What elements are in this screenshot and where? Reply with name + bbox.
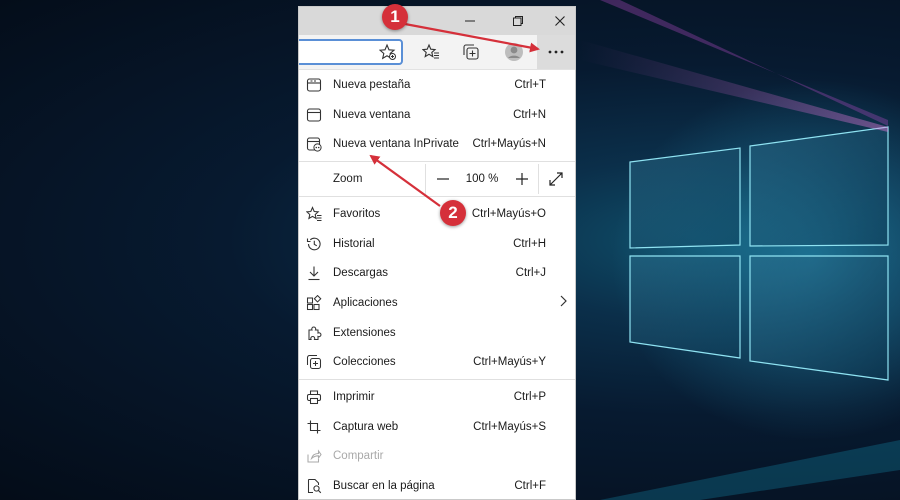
extensions-icon — [306, 325, 322, 341]
menu-item-print[interactable]: Imprimir Ctrl+P — [299, 382, 575, 412]
menu-item-label: Buscar en la página — [333, 480, 435, 493]
apps-icon — [306, 294, 322, 311]
menu-item-label: Nueva ventana InPrivate — [333, 138, 459, 151]
menu-item-shortcut: Ctrl+P — [513, 391, 546, 404]
minimize-icon[interactable] — [449, 7, 491, 35]
favorite-star-icon[interactable] — [378, 43, 397, 66]
menu-item-find-in-page[interactable]: Buscar en la página Ctrl+F — [299, 471, 575, 499]
inprivate-icon — [306, 136, 322, 152]
new-window-icon — [306, 107, 322, 123]
zoom-controls: 100 % — [425, 164, 573, 195]
download-icon — [306, 265, 322, 281]
menu-item-label: Historial — [333, 237, 375, 250]
menu-item-collections[interactable]: Colecciones Ctrl+Mayús+Y — [299, 348, 575, 378]
menu-item-shortcut: Ctrl+H — [513, 237, 546, 250]
browser-toolbar — [299, 35, 575, 70]
menu-item-apps[interactable]: Aplicaciones — [299, 288, 575, 318]
edge-browser-window: Nueva pestaña Ctrl+T Nueva ventana Ctrl+… — [298, 6, 576, 500]
menu-item-shortcut: Ctrl+Mayús+O — [471, 207, 546, 220]
menu-item-label: Captura web — [333, 420, 399, 433]
menu-item-extensions[interactable]: Extensiones — [299, 318, 575, 348]
menu-item-shortcut: Ctrl+J — [515, 267, 546, 280]
menu-item-new-tab[interactable]: Nueva pestaña Ctrl+T — [299, 70, 575, 100]
profile-icon[interactable] — [500, 39, 528, 65]
menu-item-shortcut: Ctrl+F — [514, 480, 546, 493]
menu-item-label: Imprimir — [333, 391, 375, 404]
web-capture-icon — [306, 419, 322, 435]
menu-item-history[interactable]: Historial Ctrl+H — [299, 229, 575, 259]
menu-item-shortcut: Ctrl+T — [514, 78, 546, 91]
menu-item-shortcut: Ctrl+Mayús+S — [473, 420, 546, 433]
more-icon — [548, 50, 564, 54]
menu-item-label: Aplicaciones — [333, 296, 398, 309]
menu-divider — [299, 161, 575, 163]
new-tab-icon — [306, 77, 322, 93]
collections-icon[interactable] — [457, 39, 485, 65]
share-icon — [306, 448, 322, 464]
menu-item-new-inprivate-window[interactable]: Nueva ventana InPrivate Ctrl+Mayús+N — [299, 129, 575, 159]
fullscreen-button[interactable] — [538, 164, 573, 195]
print-icon — [306, 389, 322, 405]
menu-item-label: Descargas — [333, 267, 388, 280]
title-bar — [299, 7, 575, 35]
history-icon — [306, 236, 322, 252]
zoom-in-button[interactable] — [505, 164, 538, 194]
fullscreen-icon — [549, 172, 563, 186]
close-icon[interactable] — [539, 7, 575, 35]
collections-icon — [306, 354, 322, 370]
settings-menu: Nueva pestaña Ctrl+T Nueva ventana Ctrl+… — [299, 70, 575, 499]
favorites-icon — [306, 206, 322, 222]
zoom-row: Zoom 100 % — [299, 164, 575, 195]
minus-icon — [436, 178, 449, 180]
zoom-label: Zoom — [333, 173, 363, 186]
menu-item-web-capture[interactable]: Captura web Ctrl+Mayús+S — [299, 412, 575, 442]
menu-item-shortcut: Ctrl+Mayús+Y — [473, 356, 546, 369]
more-options-button[interactable] — [537, 35, 575, 69]
menu-divider — [299, 196, 575, 198]
menu-item-label: Nueva ventana — [333, 108, 411, 121]
zoom-out-button[interactable] — [425, 164, 459, 195]
menu-item-label: Nueva pestaña — [333, 78, 411, 91]
menu-item-label: Compartir — [333, 450, 384, 463]
menu-item-shortcut: Ctrl+Mayús+N — [472, 138, 547, 151]
menu-item-share: Compartir — [299, 442, 575, 472]
favorites-list-icon[interactable] — [417, 39, 445, 65]
address-bar[interactable] — [299, 39, 403, 66]
menu-item-label: Favoritos — [333, 207, 381, 220]
menu-item-shortcut: Ctrl+N — [513, 108, 546, 121]
menu-item-downloads[interactable]: Descargas Ctrl+J — [299, 258, 575, 288]
restore-icon[interactable] — [497, 7, 539, 35]
find-icon — [306, 478, 322, 494]
zoom-value: 100 % — [465, 173, 499, 186]
menu-item-label: Colecciones — [333, 356, 396, 369]
menu-item-new-window[interactable]: Nueva ventana Ctrl+N — [299, 100, 575, 130]
plus-icon — [515, 173, 528, 186]
menu-item-label: Extensiones — [333, 326, 396, 339]
menu-divider — [299, 379, 575, 381]
chevron-right-icon — [558, 294, 568, 312]
menu-item-favorites[interactable]: Favoritos Ctrl+Mayús+O — [299, 199, 575, 229]
